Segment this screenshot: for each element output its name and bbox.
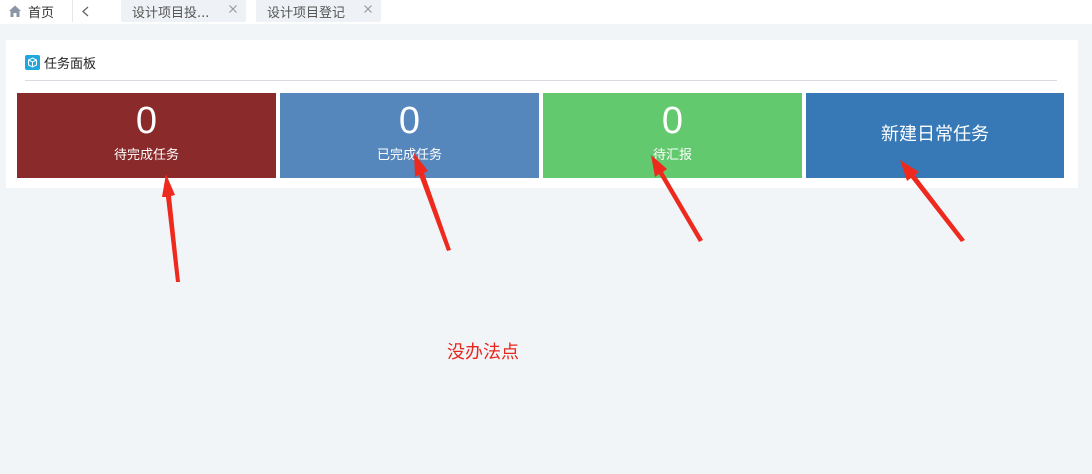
close-icon[interactable] (363, 4, 373, 14)
divider (25, 80, 1057, 81)
pending-label: 待完成任务 (113, 148, 179, 163)
arrow-1 (162, 174, 180, 282)
card-to-report[interactable]: 0 待汇报 (543, 93, 802, 178)
tab-design-project-register[interactable]: 设计项目登记 (256, 0, 381, 22)
home-icon (9, 5, 21, 17)
panel-title: 任务面板 (44, 56, 97, 72)
cube-icon (25, 54, 40, 70)
to-report-label: 待汇报 (652, 148, 692, 163)
close-icon[interactable] (228, 4, 238, 14)
card-completed-tasks[interactable]: 0 已完成任务 (280, 93, 539, 178)
tab-label: 设计项目登记 (267, 5, 346, 21)
chevron-left-icon (82, 6, 89, 16)
task-panel: 任务面板 0 待完成任务 0 已完成任务 0 待汇报 新建日常任务 (6, 40, 1078, 188)
annotation-note: 没办法点 (447, 342, 519, 363)
pending-count: 0 (135, 100, 158, 142)
card-pending-tasks[interactable]: 0 待完成任务 (17, 93, 276, 178)
completed-label: 已完成任务 (376, 148, 442, 163)
new-daily-task-label: 新建日常任务 (881, 124, 989, 145)
tab-home-label: 首页 (28, 5, 55, 21)
tab-home[interactable]: 首页 (0, 0, 68, 22)
to-report-count: 0 (661, 100, 684, 142)
new-daily-task-button[interactable]: 新建日常任务 (806, 93, 1064, 178)
tab-design-project-bid[interactable]: 设计项目投... (121, 0, 246, 22)
tab-bar: 首页 设计项目投... 设计项目登记 (0, 0, 1092, 24)
completed-count: 0 (398, 100, 421, 142)
tab-scroll-left-button[interactable] (72, 0, 98, 22)
panel-header: 任务面板 (25, 53, 97, 72)
tab-label: 设计项目投... (132, 5, 210, 21)
